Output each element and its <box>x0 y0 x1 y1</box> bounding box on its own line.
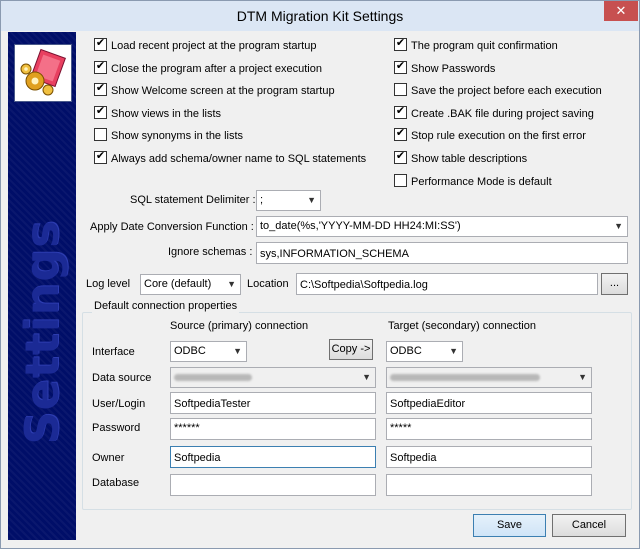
close-button[interactable]: ✕ <box>604 1 638 21</box>
checkbox-unchecked-icon[interactable] <box>394 173 407 187</box>
owner-label: Owner <box>92 452 125 464</box>
database-label: Database <box>92 477 140 489</box>
checkbox-load-recent-project-at-the-program-startup[interactable]: ✔ Load recent project at the program star… <box>94 37 317 54</box>
ignore-schemas-label: Ignore schemas : <box>168 246 253 258</box>
checkbox-show-passwords[interactable]: ✔ Show Passwords <box>394 60 496 77</box>
checkbox-close-the-program-after-a-project-execution[interactable]: ✔ Close the program after a project execu… <box>94 60 322 77</box>
source-data-source-select[interactable]: ▼ <box>170 367 376 388</box>
title-bar: DTM Migration Kit Settings ✕ <box>1 1 639 31</box>
checkbox-checked-icon[interactable]: ✔ <box>94 37 107 51</box>
data-source-label: Data source <box>92 372 152 384</box>
chevron-down-icon: ▼ <box>227 279 236 289</box>
checkbox-checked-icon[interactable]: ✔ <box>94 150 107 164</box>
date-conversion-label: Apply Date Conversion Function : <box>90 221 254 233</box>
checkbox-label: Show table descriptions <box>411 153 528 165</box>
sql-delimiter-value: ; <box>260 194 264 206</box>
checkbox-checked-icon[interactable]: ✔ <box>94 105 107 119</box>
target-owner-input[interactable]: Softpedia <box>386 446 592 468</box>
checkbox-checked-icon[interactable]: ✔ <box>394 60 407 74</box>
settings-sidebar: Settings <box>8 32 76 540</box>
source-header: Source (primary) connection <box>170 320 309 332</box>
source-password-input[interactable]: ****** <box>170 418 376 440</box>
source-interface-value: ODBC <box>174 345 206 357</box>
checkbox-show-views-in-the-lists[interactable]: ✔ Show views in the lists <box>94 105 222 122</box>
checkbox-checked-icon[interactable]: ✔ <box>394 37 407 51</box>
checkbox-always-add-schema-owner-name-to-sql-statements[interactable]: ✔ Always add schema/owner name to SQL sta… <box>94 150 367 167</box>
checkbox-label: Load recent project at the program start… <box>111 40 317 52</box>
target-database-input[interactable] <box>386 474 592 496</box>
connection-group-title: Default connection properties <box>92 298 240 314</box>
log-location-input[interactable]: C:\Softpedia\Softpedia.log <box>296 273 598 295</box>
checkbox-checked-icon[interactable]: ✔ <box>394 127 407 142</box>
ignore-schemas-input[interactable]: sys,INFORMATION_SCHEMA <box>256 242 628 264</box>
checkbox-label: Always add schema/owner name to SQL stat… <box>111 153 367 165</box>
checkbox-save-the-project-before-each-execution[interactable]: Save the project before each execution <box>394 83 602 99</box>
chevron-down-icon: ▼ <box>578 372 587 382</box>
target-data-source-select[interactable]: ▼ <box>386 367 592 388</box>
blurred-value <box>174 373 252 381</box>
checkbox-label: The program quit confirmation <box>411 40 558 52</box>
checkbox-label: Show Passwords <box>411 62 496 75</box>
target-header: Target (secondary) connection <box>388 320 536 332</box>
log-location-label: Location <box>247 278 289 290</box>
checkbox-show-synonyms-in-the-lists[interactable]: Show synonyms in the lists <box>94 128 243 144</box>
checkbox-unchecked-icon[interactable] <box>394 83 407 97</box>
checkbox-stop-rule-execution-on-the-first-error[interactable]: ✔ Stop rule execution on the first error <box>394 127 586 144</box>
source-user-input[interactable]: SoftpediaTester <box>170 392 376 414</box>
checkbox-label: Show synonyms in the lists <box>111 130 244 143</box>
checkbox-label: Save the project before each execution <box>411 85 602 98</box>
user-login-label: User/Login <box>92 398 146 410</box>
checkbox-performance-mode-is-default[interactable]: Performance Mode is default <box>394 173 552 190</box>
checkbox-label: Show views in the lists <box>111 107 222 120</box>
password-label: Password <box>92 422 141 434</box>
chevron-down-icon: ▼ <box>614 221 623 231</box>
target-interface-value: ODBC <box>390 345 422 357</box>
source-interface-select[interactable]: ODBC ▼ <box>170 341 247 362</box>
checkbox-the-program-quit-confirmation[interactable]: ✔ The program quit confirmation <box>394 37 558 54</box>
checkbox-create-bak-file-during-project-saving[interactable]: ✔ Create .BAK file during project saving <box>394 105 594 122</box>
checkbox-label: Show Welcome screen at the program start… <box>111 85 335 98</box>
checkbox-checked-icon[interactable]: ✔ <box>94 82 107 97</box>
checkbox-checked-icon[interactable]: ✔ <box>94 60 107 74</box>
checkbox-unchecked-icon[interactable] <box>94 128 107 142</box>
chevron-down-icon: ▼ <box>307 195 316 205</box>
checkbox-show-table-descriptions[interactable]: ✔ Show table descriptions <box>394 150 528 167</box>
checkbox-checked-icon[interactable]: ✔ <box>394 150 407 164</box>
checkbox-label: Performance Mode is default <box>411 175 552 188</box>
cancel-button[interactable]: Cancel <box>552 514 626 537</box>
date-conversion-select[interactable]: to_date(%s,'YYYY-MM-DD HH24:MI:SS') ▼ <box>256 216 628 237</box>
checkbox-show-welcome-screen-at-the-program-startup[interactable]: ✔ Show Welcome screen at the program star… <box>94 82 335 99</box>
sql-delimiter-label: SQL statement Delimiter : <box>130 194 256 206</box>
source-owner-input[interactable]: Softpedia <box>170 446 376 468</box>
log-level-value: Core (default) <box>144 278 212 290</box>
blurred-value <box>390 373 540 381</box>
target-user-input[interactable]: SoftpediaEditor <box>386 392 592 414</box>
checkbox-label: Create .BAK file during project saving <box>411 107 594 120</box>
log-level-label: Log level <box>86 278 131 290</box>
chevron-down-icon: ▼ <box>233 346 242 356</box>
checkbox-label: Stop rule execution on the first error <box>411 130 586 143</box>
window-title: DTM Migration Kit Settings <box>236 8 404 24</box>
migration-kit-logo-icon <box>14 44 72 102</box>
date-conversion-value: to_date(%s,'YYYY-MM-DD HH24:MI:SS') <box>260 220 461 232</box>
copy-button[interactable]: Copy -> <box>329 339 373 360</box>
interface-label: Interface <box>92 346 135 358</box>
save-button[interactable]: Save <box>473 514 546 537</box>
chevron-down-icon: ▼ <box>449 346 458 356</box>
browse-button[interactable]: ... <box>601 273 628 295</box>
sql-delimiter-select[interactable]: ; ▼ <box>256 190 321 211</box>
chevron-down-icon: ▼ <box>362 372 371 382</box>
checkbox-label: Close the program after a project execut… <box>111 62 322 75</box>
checkbox-checked-icon[interactable]: ✔ <box>394 105 407 119</box>
source-database-input[interactable] <box>170 474 376 496</box>
sidebar-settings-text: Settings <box>15 219 69 445</box>
log-level-select[interactable]: Core (default) ▼ <box>140 274 241 295</box>
target-interface-select[interactable]: ODBC ▼ <box>386 341 463 362</box>
target-password-input[interactable]: ***** <box>386 418 592 440</box>
